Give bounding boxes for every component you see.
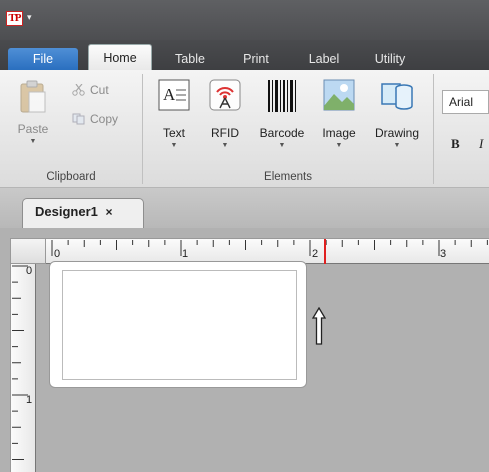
barcode-icon <box>268 80 296 112</box>
image-button[interactable]: Image ▼ <box>315 78 363 150</box>
tab-utility[interactable]: Utility <box>362 48 418 70</box>
drawing-label: Drawing <box>374 126 419 140</box>
paste-button[interactable]: Paste ▼ <box>14 80 52 146</box>
paste-dropdown-icon[interactable]: ▼ <box>14 138 52 146</box>
ruler-corner <box>10 238 46 264</box>
barcode-button[interactable]: Barcode ▼ <box>253 78 311 150</box>
ruler-h-number: 0 <box>54 248 61 260</box>
ribbon: Paste ▼ Cut Copy Clipboard A Text ▼ RFID… <box>0 70 489 188</box>
italic-button[interactable]: I <box>479 136 483 152</box>
ribbon-tabs: File Home Table Print Label Utility <box>0 40 489 70</box>
tab-home[interactable]: Home <box>88 44 152 70</box>
text-dropdown-icon[interactable]: ▼ <box>153 142 195 150</box>
paste-icon <box>20 80 46 113</box>
tab-table[interactable]: Table <box>164 48 216 70</box>
document-tab-strip: Designer1 × <box>0 188 489 228</box>
rfid-label: RFID <box>211 126 239 140</box>
image-label: Image <box>322 126 356 140</box>
tab-designer1[interactable]: Designer1 × <box>22 198 144 228</box>
title-bar: TP ▾ <box>0 0 489 40</box>
image-dropdown-icon[interactable]: ▼ <box>315 142 363 150</box>
label-print-area[interactable] <box>62 270 297 380</box>
elements-group-label: Elements <box>264 171 312 183</box>
copy-icon <box>72 113 85 125</box>
label-canvas[interactable] <box>49 261 307 388</box>
drawing-button[interactable]: Drawing ▼ <box>368 78 426 150</box>
ruler-v-number: 1 <box>26 394 33 406</box>
vertical-ruler-ticks <box>12 265 28 460</box>
document-title: Designer1 <box>35 204 98 219</box>
barcode-dropdown-icon[interactable]: ▼ <box>253 142 311 150</box>
svg-text:A: A <box>163 85 176 104</box>
app-logo[interactable]: TP <box>6 11 23 26</box>
image-icon <box>323 79 355 111</box>
rfid-button[interactable]: RFID ▼ <box>205 78 245 150</box>
text-button[interactable]: A Text ▼ <box>153 78 195 150</box>
tab-label[interactable]: Label <box>296 48 352 70</box>
ruler-position-marker <box>324 239 326 264</box>
copy-button[interactable]: Copy <box>72 111 118 127</box>
tab-print[interactable]: Print <box>233 48 279 70</box>
rfid-dropdown-icon[interactable]: ▼ <box>205 142 245 150</box>
rfid-antenna-icon <box>209 79 241 111</box>
font-family-select[interactable]: Arial <box>442 90 489 114</box>
design-workspace[interactable]: 0 1 2 3 0 1 <box>0 228 489 472</box>
group-divider <box>433 74 434 184</box>
scissors-icon <box>72 84 85 96</box>
clipboard-group-label: Clipboard <box>46 171 96 183</box>
cut-label: Cut <box>90 83 109 97</box>
text-label: Text <box>162 126 185 140</box>
drawing-shapes-icon <box>381 83 413 110</box>
cut-button[interactable]: Cut <box>72 82 109 98</box>
close-icon[interactable]: × <box>106 205 113 219</box>
quick-access-dropdown-icon[interactable]: ▾ <box>27 11 32 24</box>
ruler-h-number: 1 <box>182 248 189 260</box>
barcode-label: Barcode <box>259 126 305 140</box>
resize-arrow-up-icon[interactable] <box>312 307 326 345</box>
text-element-icon: A <box>158 79 190 111</box>
copy-label: Copy <box>90 112 119 126</box>
ruler-h-number: 3 <box>440 248 447 260</box>
ruler-h-number: 2 <box>312 248 319 260</box>
tab-file[interactable]: File <box>8 48 78 70</box>
drawing-dropdown-icon[interactable]: ▼ <box>368 142 426 150</box>
bold-button[interactable]: B <box>451 136 460 152</box>
vertical-ruler: 0 1 <box>10 264 36 472</box>
paste-label: Paste <box>17 122 49 136</box>
ruler-v-number: 0 <box>26 265 33 277</box>
